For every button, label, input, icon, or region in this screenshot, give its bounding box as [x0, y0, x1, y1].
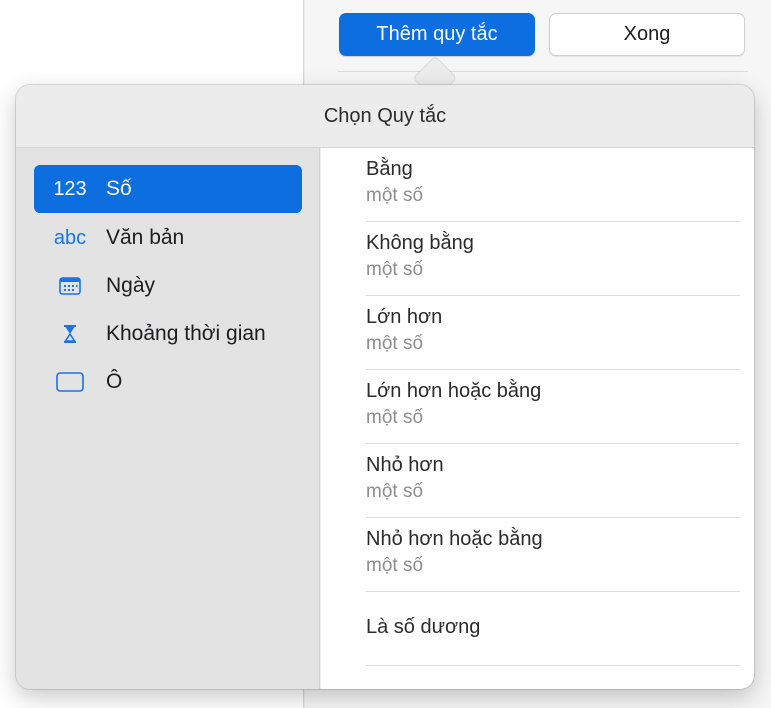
rule-item-greater-or-equal[interactable]: Lớn hơn hoặc bằng một số [366, 370, 740, 444]
rule-item-not-equal[interactable]: Không bằng một số [366, 222, 740, 296]
sidebar-item-number[interactable]: 123 Số [34, 165, 302, 213]
rule-item-less-or-equal[interactable]: Nhỏ hơn hoặc bằng một số [366, 518, 740, 592]
rule-title: Lớn hơn [366, 306, 443, 328]
sidebar-item-date[interactable]: Ngày [34, 262, 302, 310]
rule-title: Là số dương [366, 616, 481, 638]
sidebar-item-label: Khoảng thời gian [106, 322, 266, 345]
rule-subtitle: một số [366, 333, 424, 354]
rule-subtitle: một số [366, 407, 424, 428]
rule-list: Bằng một số Không bằng một số Lớn hơn mộ… [321, 148, 754, 689]
choose-rule-popover: Chọn Quy tắc 123 Số abc Văn bản Ngày Kho… [16, 85, 754, 689]
add-rule-button[interactable]: Thêm quy tắc [339, 13, 535, 56]
rule-subtitle: một số [366, 259, 424, 280]
rule-item-equal[interactable]: Bằng một số [366, 148, 740, 222]
calendar-icon [34, 277, 106, 295]
popover-title: Chọn Quy tắc [323, 104, 447, 127]
sidebar-item-label: Văn bản [106, 226, 185, 249]
rule-title: Bằng [366, 158, 413, 180]
popover-body: 123 Số abc Văn bản Ngày Khoảng thời gian… [16, 147, 754, 689]
rule-item-less-than[interactable]: Nhỏ hơn một số [366, 444, 740, 518]
sidebar-item-cell[interactable]: Ô [34, 358, 302, 406]
hourglass-icon [34, 324, 106, 344]
sidebar-item-label: Số [106, 177, 132, 200]
rule-title: Lớn hơn hoặc bằng [366, 380, 542, 402]
text-icon: abc [53, 226, 87, 249]
rule-item-is-positive[interactable]: Là số dương [366, 592, 740, 666]
done-button[interactable]: Xong [549, 13, 745, 56]
sidebar-item-label: Ngày [106, 274, 156, 297]
rule-subtitle: một số [366, 185, 424, 206]
divider [338, 71, 748, 72]
cell-rectangle-icon [34, 372, 106, 392]
rule-title: Nhỏ hơn [366, 454, 444, 476]
rule-item-greater-than[interactable]: Lớn hơn một số [366, 296, 740, 370]
sidebar-item-label: Ô [106, 370, 123, 393]
rule-title: Không bằng [366, 232, 474, 254]
rule-subtitle: một số [366, 555, 424, 576]
number-icon: 123 [53, 177, 87, 200]
rule-subtitle: một số [366, 481, 424, 502]
sidebar-item-text[interactable]: abc Văn bản [34, 214, 302, 262]
rule-category-sidebar: 123 Số abc Văn bản Ngày Khoảng thời gian… [16, 148, 320, 689]
rule-title: Nhỏ hơn hoặc bằng [366, 528, 543, 550]
sidebar-item-duration[interactable]: Khoảng thời gian [34, 310, 302, 358]
